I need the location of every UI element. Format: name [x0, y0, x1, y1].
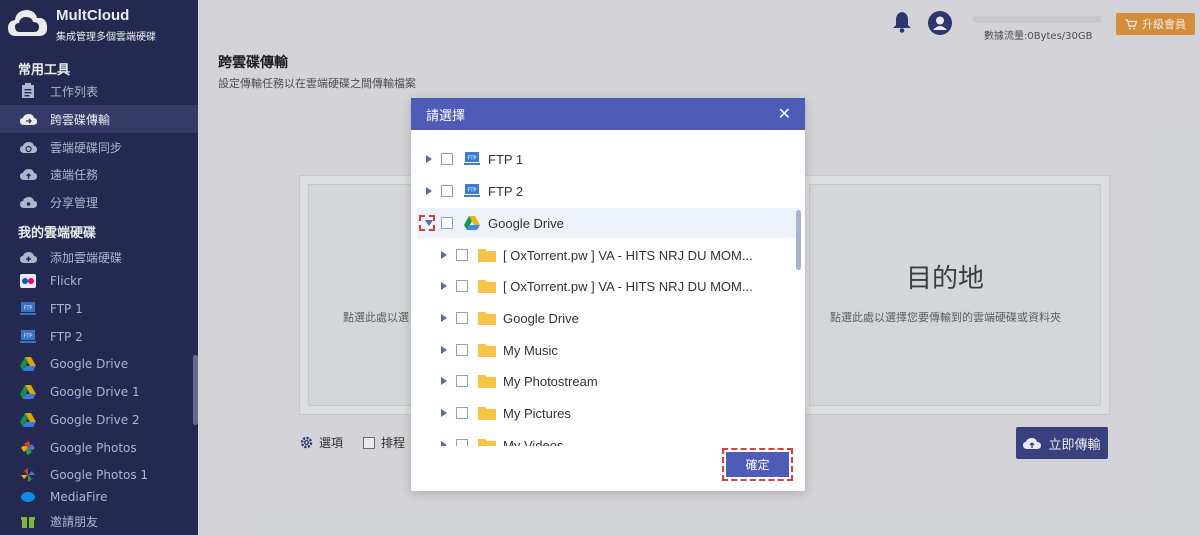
tree-item-folder[interactable]: My Music — [417, 335, 799, 365]
tree-item-label: FTP 1 — [488, 151, 524, 167]
tree-item-label: Google Drive — [503, 310, 579, 326]
expand-arrow-icon[interactable] — [440, 441, 448, 446]
tree-item-folder[interactable]: My Photostream — [417, 366, 799, 396]
google-drive-icon — [463, 215, 481, 231]
checkbox[interactable] — [456, 439, 468, 446]
expand-arrow-icon[interactable] — [440, 251, 448, 259]
folder-icon — [478, 405, 496, 421]
checkbox[interactable] — [441, 217, 453, 229]
tree-item-folder[interactable]: [ OxTorrent.pw ] VA - HITS NRJ DU MOM... — [417, 271, 799, 301]
dialog-title: 請選擇 — [426, 108, 466, 124]
expand-arrow-icon[interactable] — [440, 409, 448, 417]
tree-scrollbar[interactable] — [796, 210, 801, 270]
tree-item-label: FTP 2 — [488, 183, 524, 199]
tree-item-ftp1[interactable]: FTP FTP 1 — [417, 144, 799, 174]
folder-icon — [478, 310, 496, 326]
checkbox[interactable] — [456, 344, 468, 356]
expand-arrow-icon[interactable] — [440, 282, 448, 290]
folder-icon — [478, 278, 496, 294]
tree-item-label: My Photostream — [503, 373, 598, 389]
checkbox[interactable] — [456, 312, 468, 324]
checkbox[interactable] — [456, 407, 468, 419]
expand-arrow-icon[interactable] — [440, 377, 448, 385]
tree-item-folder[interactable]: My Videos — [417, 430, 799, 446]
expand-arrow-icon[interactable] — [440, 346, 448, 354]
checkbox[interactable] — [456, 375, 468, 387]
tree-item-label: My Music — [503, 342, 558, 358]
close-icon[interactable]: ✕ — [778, 106, 791, 122]
folder-icon — [478, 373, 496, 389]
tree-item-folder[interactable]: My Pictures — [417, 398, 799, 428]
highlight-marker — [419, 215, 435, 231]
tree-item-folder[interactable]: [ OxTorrent.pw ] VA - HITS NRJ DU MOM... — [417, 240, 799, 270]
checkbox[interactable] — [456, 249, 468, 261]
tree-item-folder[interactable]: Google Drive — [417, 303, 799, 333]
tree-item-google-drive[interactable]: Google Drive — [417, 208, 799, 238]
checkbox[interactable] — [441, 153, 453, 165]
tree-item-label: [ OxTorrent.pw ] VA - HITS NRJ DU MOM... — [503, 278, 753, 294]
ok-button[interactable]: 確定 — [726, 452, 789, 477]
tree-item-label: My Videos — [503, 437, 564, 447]
svg-text:FTP: FTP — [468, 156, 477, 162]
tree-item-label: My Pictures — [503, 405, 571, 421]
expand-arrow-icon[interactable] — [425, 187, 433, 195]
svg-text:FTP: FTP — [468, 188, 477, 194]
ftp-icon: FTP — [463, 183, 481, 199]
tree-item-ftp2[interactable]: FTP FTP 2 — [417, 176, 799, 206]
expand-arrow-icon[interactable] — [440, 314, 448, 322]
folder-icon — [478, 342, 496, 358]
checkbox[interactable] — [441, 185, 453, 197]
select-dialog: 請選擇 ✕ FTP FTP 1 FTP FTP 2 Google Drive [… — [411, 98, 805, 491]
dialog-header: 請選擇 ✕ — [411, 98, 805, 130]
checkbox[interactable] — [456, 280, 468, 292]
tree-item-label: Google Drive — [488, 215, 564, 231]
folder-icon — [478, 437, 496, 446]
ftp-icon: FTP — [463, 151, 481, 167]
expand-arrow-icon[interactable] — [425, 155, 433, 163]
folder-icon — [478, 247, 496, 263]
tree-item-label: [ OxTorrent.pw ] VA - HITS NRJ DU MOM... — [503, 247, 753, 263]
folder-tree: FTP FTP 1 FTP FTP 2 Google Drive [ OxTor… — [411, 144, 805, 446]
